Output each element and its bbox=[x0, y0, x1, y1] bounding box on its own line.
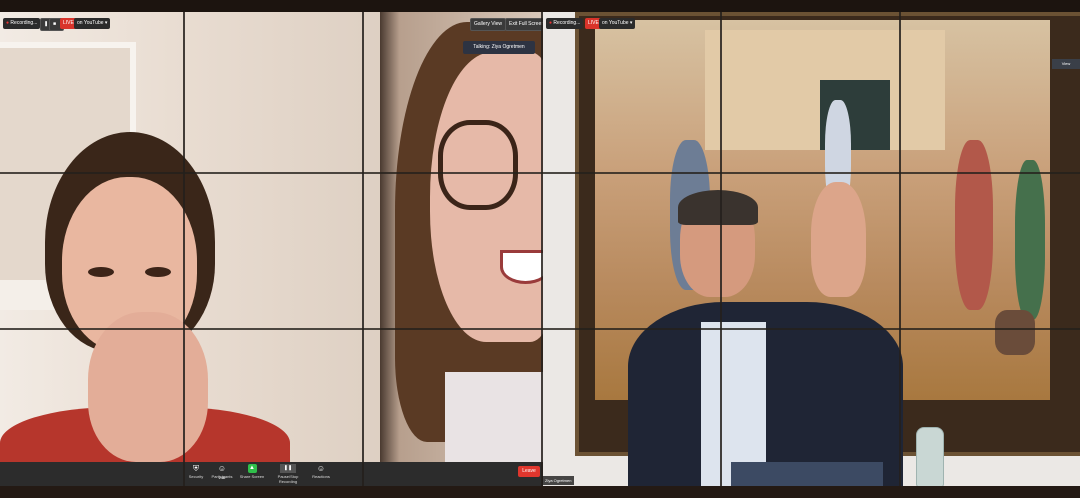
youtube-stream-badge[interactable]: on YouTube ▾ bbox=[74, 18, 111, 29]
pause-stop-recording-button[interactable]: ❚❚ Pause/Stop Recording bbox=[268, 464, 308, 484]
reactions-label: Reactions bbox=[312, 474, 330, 479]
meeting-toolbar: ⛨ Security ☺246 Participants ▲ Share Scr… bbox=[0, 462, 543, 486]
participant-name-label: Ziya Ogretmen bbox=[542, 476, 575, 485]
security-label: Security bbox=[188, 474, 204, 479]
shield-icon: ⛨ bbox=[193, 464, 199, 473]
zoom-meeting-window-right: ● Recording... LIVE on YouTube ▾ bbox=[543, 12, 1080, 486]
painting-figure bbox=[1015, 160, 1045, 320]
screen-seam bbox=[362, 12, 364, 486]
screen-seam bbox=[899, 12, 901, 486]
screen-seam bbox=[541, 12, 543, 486]
participants-label: Participants bbox=[211, 474, 233, 479]
leave-meeting-button[interactable]: Leave bbox=[518, 466, 540, 477]
laptop bbox=[731, 462, 883, 486]
speaker-waving-hand bbox=[811, 182, 866, 297]
gallery-view-button[interactable]: Gallery View bbox=[470, 18, 506, 31]
participants-button[interactable]: ☺246 Participants bbox=[207, 464, 237, 480]
pause-recording-icon: ❚❚ bbox=[280, 464, 296, 473]
share-screen-label: Share Screen bbox=[239, 474, 265, 479]
participants-icon: ☺246 bbox=[217, 464, 227, 480]
view-badge[interactable]: View bbox=[1052, 59, 1080, 69]
participant-1-eye bbox=[145, 267, 171, 277]
videowall-top-edge bbox=[0, 0, 1080, 12]
youtube-stream-badge[interactable]: on YouTube ▾ bbox=[599, 18, 636, 29]
recording-indicator[interactable]: ● Recording... bbox=[3, 18, 41, 29]
active-speaker-label: Talking: Ziya Ogretmen bbox=[463, 41, 535, 54]
participant-2-smile bbox=[500, 250, 543, 284]
recording-indicator[interactable]: ● Recording... bbox=[546, 18, 584, 29]
water-bottle bbox=[916, 427, 944, 486]
recording-label: Recording... bbox=[553, 20, 581, 26]
exit-fullscreen-button[interactable]: Exit Full Screen bbox=[505, 18, 543, 31]
videowall-bottom-edge bbox=[0, 486, 1080, 498]
screen-seam bbox=[183, 12, 185, 486]
reactions-icon: ☺ bbox=[316, 464, 326, 473]
zoom-meeting-window-left: ● Recording... ❚ ■ LIVE on YouTube ▾ Gal… bbox=[0, 12, 543, 486]
screen-seam bbox=[0, 172, 1080, 174]
painting-well bbox=[995, 310, 1035, 355]
recording-label: Recording... bbox=[10, 20, 38, 26]
share-screen-icon: ▲ bbox=[247, 464, 257, 473]
participant-2-glasses bbox=[438, 120, 518, 210]
recording-dot-icon: ● bbox=[549, 20, 553, 26]
video-wall: ● Recording... ❚ ■ LIVE on YouTube ▾ Gal… bbox=[0, 12, 1080, 486]
share-screen-button[interactable]: ▲ Share Screen bbox=[237, 464, 267, 479]
painting-figure bbox=[955, 140, 993, 310]
recording-dot-icon: ● bbox=[6, 20, 10, 26]
participant-1-hand bbox=[88, 312, 208, 462]
speaker-hair bbox=[678, 190, 758, 225]
screen-seam bbox=[720, 12, 722, 486]
reactions-button[interactable]: ☺ Reactions bbox=[306, 464, 336, 479]
participant-1-eye bbox=[88, 267, 114, 277]
screen-seam bbox=[0, 328, 1080, 330]
pause-stop-recording-label: Pause/Stop Recording bbox=[277, 474, 299, 484]
